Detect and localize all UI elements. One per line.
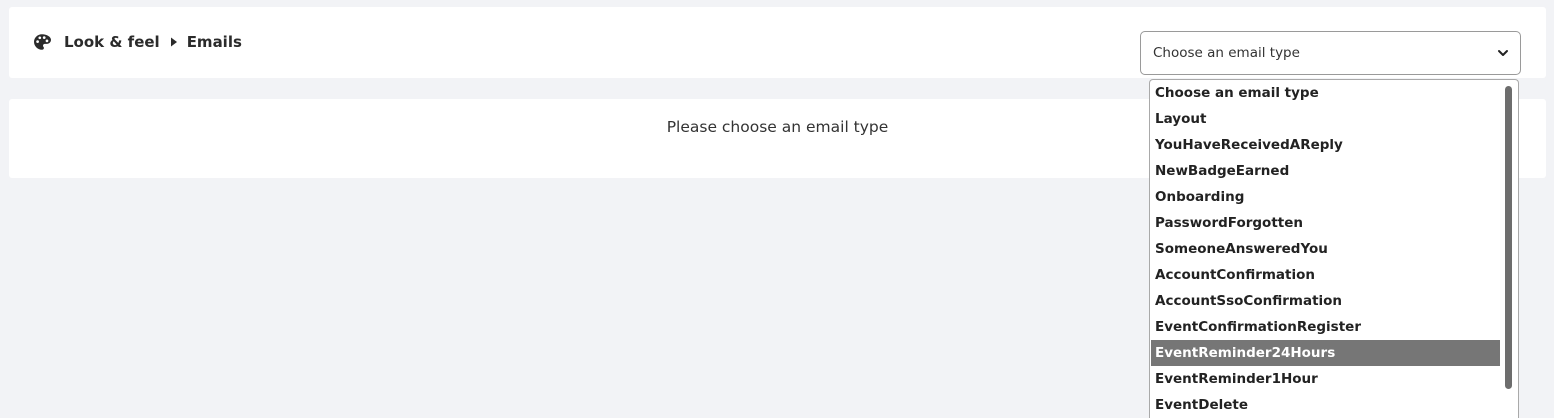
dropdown-option[interactable]: Layout <box>1151 106 1500 132</box>
dropdown-option[interactable]: NewBadgeEarned <box>1151 158 1500 184</box>
header-card: Look & feel Emails Choose an email type <box>9 7 1546 78</box>
dropdown-option[interactable]: SomeoneAnsweredYou <box>1151 236 1500 262</box>
email-type-select[interactable]: Choose an email type <box>1140 31 1521 75</box>
breadcrumb-item-look-and-feel[interactable]: Look & feel <box>64 33 160 51</box>
palette-icon <box>34 34 51 50</box>
email-type-select-value: Choose an email type <box>1153 45 1300 61</box>
dropdown-option[interactable]: Choose an email type <box>1151 80 1500 106</box>
dropdown-option[interactable]: EventReminder1Hour <box>1151 366 1500 392</box>
breadcrumb-item-emails: Emails <box>186 33 242 51</box>
caret-right-icon <box>170 37 177 47</box>
dropdown-option[interactable]: EventReminder24Hours <box>1151 340 1500 366</box>
dropdown-scrollbar[interactable] <box>1505 86 1512 389</box>
dropdown-option[interactable]: PasswordForgotten <box>1151 210 1500 236</box>
breadcrumb: Look & feel Emails <box>33 32 242 52</box>
dropdown-option[interactable]: EventDelete <box>1151 392 1500 418</box>
dropdown-option[interactable]: Onboarding <box>1151 184 1500 210</box>
chevron-down-icon <box>1498 50 1508 56</box>
dropdown-option[interactable]: AccountSsoConfirmation <box>1151 288 1500 314</box>
email-type-dropdown-list[interactable]: Choose an email type Layout YouHaveRecei… <box>1149 79 1519 418</box>
dropdown-option[interactable]: YouHaveReceivedAReply <box>1151 132 1500 158</box>
dropdown-option[interactable]: EventConfirmationRegister <box>1151 314 1500 340</box>
dropdown-option[interactable]: AccountConfirmation <box>1151 262 1500 288</box>
